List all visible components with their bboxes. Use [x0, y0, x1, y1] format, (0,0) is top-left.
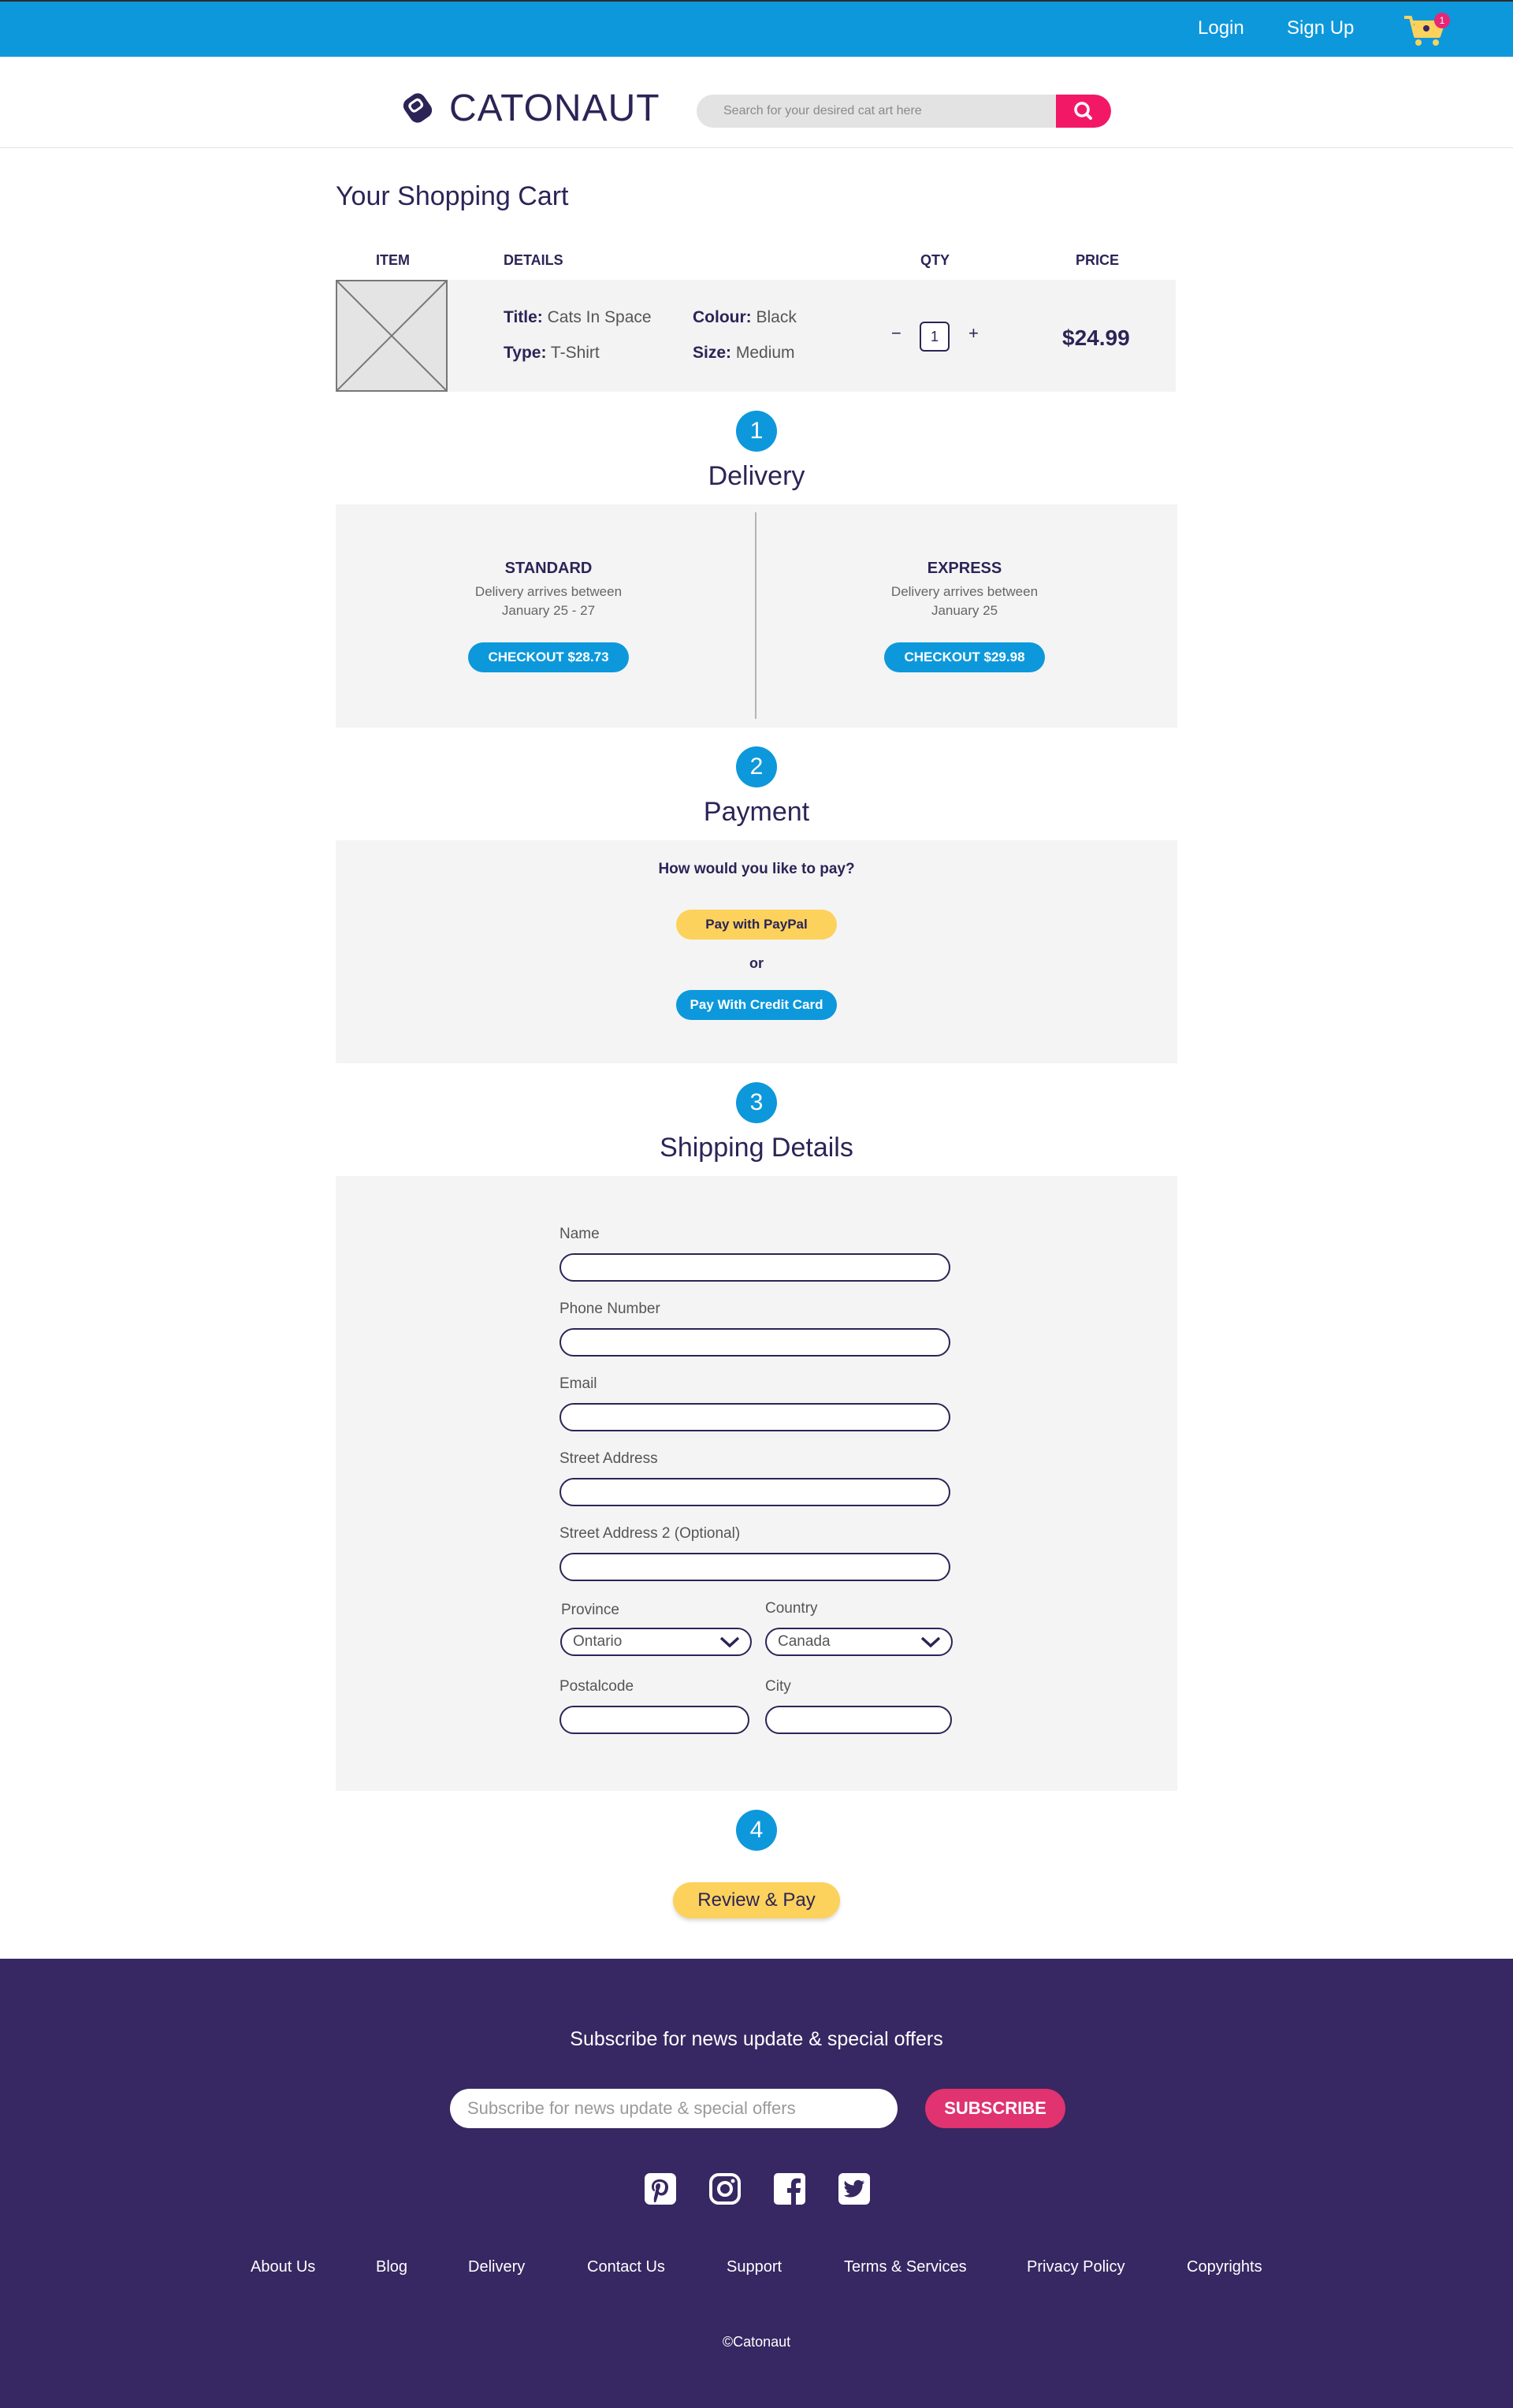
qty-increase-button[interactable]: + [968, 323, 979, 344]
delivery-panel: STANDARD Delivery arrives between Januar… [336, 504, 1177, 728]
cart-count-badge: 1 [1434, 13, 1450, 28]
step-3-badge: 3 [736, 1082, 777, 1123]
step-1-badge: 1 [736, 411, 777, 452]
item-colour: Colour: Black [693, 308, 797, 326]
item-size: Size: Medium [693, 344, 795, 362]
name-label: Name [559, 1226, 600, 1242]
subscribe-email-input[interactable] [450, 2089, 898, 2128]
name-field[interactable] [559, 1253, 950, 1282]
country-value: Canada [778, 1633, 831, 1650]
express-desc: Delivery arrives between [890, 584, 1039, 599]
footer-link-contact-us[interactable]: Contact Us [587, 2258, 665, 2276]
payment-title: Payment [703, 797, 810, 827]
footer-link-delivery[interactable]: Delivery [468, 2258, 525, 2276]
country-select[interactable]: Canada [765, 1628, 953, 1656]
item-price: $24.99 [1062, 326, 1130, 350]
email-field[interactable] [559, 1403, 950, 1431]
express-dates: January 25 [931, 603, 998, 618]
review-and-pay-button[interactable]: Review & Pay [673, 1882, 840, 1919]
subscribe-title: Subscribe for news update & special offe… [570, 2028, 943, 2050]
city-label: City [765, 1678, 791, 1695]
chevron-down-icon [719, 1636, 740, 1648]
pinterest-icon[interactable] [643, 2172, 678, 2206]
catonaut-logo-icon[interactable] [398, 88, 437, 128]
step-2-badge: 2 [736, 746, 777, 787]
delivery-title: Delivery [708, 461, 805, 491]
cart-item-row: Title: Cats In Space Colour: Black Type:… [336, 280, 1176, 392]
standard-desc: Delivery arrives between [474, 584, 623, 599]
checkout-express-button[interactable]: CHECKOUT $29.98 [884, 642, 1045, 672]
express-label: EXPRESS [927, 560, 1002, 577]
footer-link-terms[interactable]: Terms & Services [844, 2258, 967, 2276]
instagram-icon[interactable] [708, 2172, 742, 2206]
pay-with-paypal-button[interactable]: Pay with PayPal [676, 910, 837, 940]
email-label: Email [559, 1375, 597, 1392]
footer-link-blog[interactable]: Blog [376, 2258, 407, 2276]
checkout-standard-button[interactable]: CHECKOUT $28.73 [468, 642, 629, 672]
pay-with-credit-card-button[interactable]: Pay With Credit Card [676, 990, 837, 1020]
shipping-panel: Name Phone Number Email Street Address S… [336, 1176, 1177, 1791]
search-icon [1074, 102, 1092, 120]
footer-link-privacy-policy[interactable]: Privacy Policy [1027, 2258, 1125, 2276]
payment-question: How would you like to pay? [658, 861, 855, 877]
chevron-down-icon [920, 1636, 941, 1648]
payment-panel: How would you like to pay? Pay with PayP… [336, 840, 1177, 1063]
col-header-details: DETAILS [504, 252, 563, 268]
footer-link-about-us[interactable]: About Us [251, 2258, 315, 2276]
street-address-2-field[interactable] [559, 1553, 950, 1581]
phone-field[interactable] [559, 1328, 950, 1357]
facebook-icon[interactable] [772, 2172, 807, 2206]
postalcode-label: Postalcode [559, 1678, 634, 1695]
col-header-price: PRICE [1076, 252, 1120, 268]
delivery-option-express: EXPRESS Delivery arrives between January… [799, 560, 1130, 672]
postalcode-field[interactable] [559, 1706, 749, 1734]
phone-label: Phone Number [559, 1301, 660, 1317]
item-type: Type: T-Shirt [504, 344, 600, 362]
standard-dates: January 25 - 27 [501, 603, 596, 618]
top-bar: Login Sign Up 1 [0, 0, 1513, 57]
site-header: CATONAUT [0, 57, 1513, 148]
col-header-qty: QTY [920, 252, 950, 268]
twitter-icon[interactable] [837, 2172, 872, 2206]
step-4-badge: 4 [736, 1810, 777, 1851]
shipping-title: Shipping Details [660, 1133, 853, 1163]
page-title: Your Shopping Cart [336, 181, 569, 211]
col-header-item: ITEM [376, 252, 410, 268]
login-link[interactable]: Login [1198, 17, 1244, 39]
street-address-field[interactable] [559, 1478, 950, 1506]
country-label: Country [765, 1600, 818, 1617]
delivery-divider [755, 512, 756, 719]
brand-name[interactable]: CATONAUT [449, 87, 660, 130]
province-value: Ontario [573, 1633, 623, 1650]
item-title: Title: Cats In Space [504, 308, 652, 326]
search-button[interactable] [1056, 95, 1111, 128]
delivery-option-standard: STANDARD Delivery arrives between Januar… [383, 560, 714, 672]
standard-label: STANDARD [504, 560, 593, 577]
footer-link-copyrights[interactable]: Copyrights [1187, 2258, 1262, 2276]
copyright-text: ©Catonaut [722, 2334, 791, 2350]
province-label: Province [561, 1602, 619, 1618]
search-input[interactable] [697, 95, 1056, 128]
footer-link-support[interactable]: Support [727, 2258, 782, 2276]
province-select[interactable]: Ontario [560, 1628, 752, 1656]
subscribe-button[interactable]: SUBSCRIBE [925, 2089, 1065, 2128]
qty-decrease-button[interactable]: − [891, 323, 901, 344]
street-address-2-label: Street Address 2 (Optional) [559, 1525, 741, 1542]
product-image-placeholder [336, 280, 448, 392]
search-bar [697, 95, 1111, 128]
qty-input[interactable]: 1 [920, 322, 950, 352]
payment-or-label: or [749, 955, 764, 971]
city-field[interactable] [765, 1706, 952, 1734]
street-address-label: Street Address [559, 1450, 658, 1467]
site-footer: Subscribe for news update & special offe… [0, 1959, 1513, 2408]
signup-link[interactable]: Sign Up [1287, 17, 1354, 39]
